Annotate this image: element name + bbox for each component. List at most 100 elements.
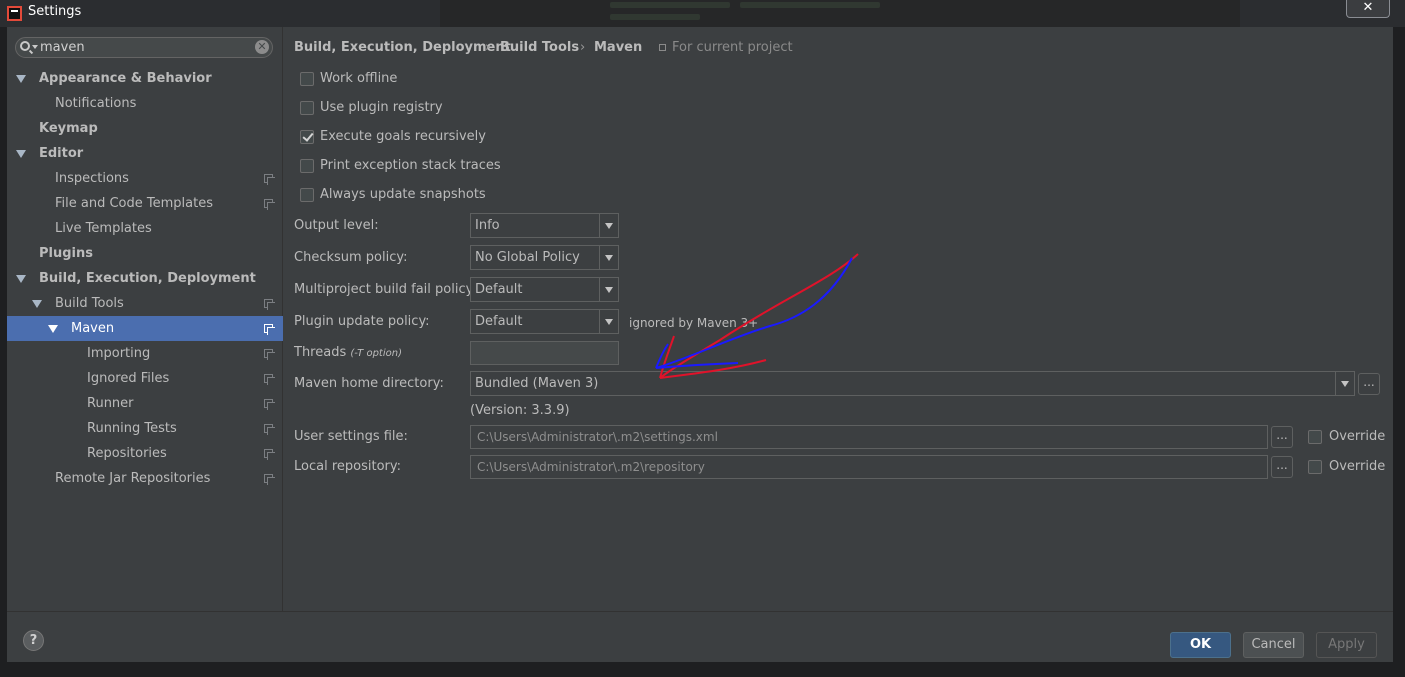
tree-item-appearance-behavior[interactable]: Appearance & Behavior (7, 66, 283, 91)
apply-button[interactable]: Apply (1316, 632, 1377, 658)
checkbox-box[interactable] (300, 72, 314, 86)
threads-input[interactable] (470, 341, 619, 365)
tree-item-repositories[interactable]: Repositories (7, 441, 283, 466)
tree-item-label: Running Tests (87, 421, 177, 436)
project-scope-icon (264, 374, 275, 385)
tree-item-keymap[interactable]: Keymap (7, 116, 283, 141)
tree-item-label: Inspections (55, 171, 129, 186)
tree-item-label: Keymap (39, 121, 98, 136)
tree-item-label: Remote Jar Repositories (55, 471, 211, 486)
project-scope-icon (264, 324, 275, 335)
expand-arrow-icon[interactable] (48, 325, 58, 333)
checkbox-label: Print exception stack traces (320, 158, 501, 173)
intellij-app-icon (7, 6, 22, 21)
search-history-caret-icon[interactable] (32, 45, 38, 49)
local-repository-browse-button[interactable]: ... (1271, 456, 1293, 478)
tree-item-ignored-files[interactable]: Ignored Files (7, 366, 283, 391)
window-close-button[interactable]: ✕ (1346, 0, 1390, 18)
help-icon[interactable]: ? (23, 630, 44, 651)
checkbox-label: Execute goals recursively (320, 129, 486, 144)
cancel-button[interactable]: Cancel (1243, 632, 1304, 658)
tree-item-build-execution-deployment[interactable]: Build, Execution, Deployment (7, 266, 283, 291)
checkbox-box[interactable] (300, 188, 314, 202)
tree-item-label: Maven (71, 321, 115, 336)
checkbox-box[interactable] (300, 159, 314, 173)
clear-search-icon[interactable]: ✕ (255, 40, 269, 54)
plugin-update-policy-dropdown[interactable]: Default (470, 309, 619, 334)
field-value: C:\Users\Administrator\.m2\settings.xml (477, 430, 718, 444)
threads-note: (-T option) (350, 348, 402, 359)
local-repository-field[interactable]: C:\Users\Administrator\.m2\repository (470, 455, 1268, 479)
checksum-policy-label: Checksum policy: (294, 250, 408, 265)
chevron-down-icon[interactable] (599, 214, 618, 237)
checkbox-box[interactable] (1308, 430, 1322, 444)
tree-item-importing[interactable]: Importing (7, 341, 283, 366)
expand-arrow-icon[interactable] (16, 150, 26, 158)
expand-arrow-icon[interactable] (16, 275, 26, 283)
checkbox-label: Use plugin registry (320, 100, 443, 115)
tree-item-label: Importing (87, 346, 151, 361)
tree-item-label: Repositories (87, 446, 167, 461)
tree-item-label: Ignored Files (87, 371, 170, 386)
tree-item-build-tools[interactable]: Build Tools (7, 291, 283, 316)
dropdown-value: Default (475, 282, 523, 297)
output-level-dropdown[interactable]: Info (470, 213, 619, 238)
maven-version-label: (Version: 3.3.9) (470, 403, 570, 418)
chevron-down-icon[interactable] (599, 246, 618, 269)
chevron-down-icon[interactable] (599, 310, 618, 333)
settings-search-field[interactable]: ✕ (15, 37, 273, 58)
checkbox-box[interactable] (1308, 460, 1322, 474)
tree-item-editor[interactable]: Editor (7, 141, 283, 166)
chevron-down-icon[interactable] (1335, 372, 1354, 395)
maven-home-browse-button[interactable]: ... (1358, 373, 1380, 395)
tree-item-file-and-code-templates[interactable]: File and Code Templates (7, 191, 283, 216)
plugin-update-policy-label: Plugin update policy: (294, 314, 430, 329)
chevron-down-icon[interactable] (599, 278, 618, 301)
fail-policy-dropdown[interactable]: Default (470, 277, 619, 302)
maven-home-label: Maven home directory: (294, 376, 444, 391)
maven-home-dropdown[interactable]: Bundled (Maven 3) (470, 371, 1355, 396)
tree-item-label: Plugins (39, 246, 93, 261)
search-icon (20, 41, 30, 51)
breadcrumb-separator: › (485, 40, 491, 55)
tree-item-live-templates[interactable]: Live Templates (7, 216, 283, 241)
checksum-policy-dropdown[interactable]: No Global Policy (470, 245, 619, 270)
project-scope-icon (264, 199, 275, 210)
expand-arrow-icon[interactable] (32, 300, 42, 308)
tree-item-running-tests[interactable]: Running Tests (7, 416, 283, 441)
tree-item-label: File and Code Templates (55, 196, 213, 211)
dropdown-value: No Global Policy (475, 250, 580, 265)
dropdown-value: Bundled (Maven 3) (475, 376, 599, 391)
tree-item-maven[interactable]: Maven (7, 316, 283, 341)
window-title: Settings (28, 4, 82, 19)
tree-item-label: Live Templates (55, 221, 152, 236)
tree-item-remote-jar-repositories[interactable]: Remote Jar Repositories (7, 466, 283, 491)
expand-arrow-icon[interactable] (16, 75, 26, 83)
maven-settings-panel: Build, Execution, Deployment › Build Too… (284, 27, 1393, 611)
project-scope-icon (659, 44, 666, 51)
tree-item-runner[interactable]: Runner (7, 391, 283, 416)
user-settings-browse-button[interactable]: ... (1271, 426, 1293, 448)
checkbox-label: Work offline (320, 71, 398, 86)
breadcrumb-item: Build Tools (500, 40, 580, 55)
breadcrumb-item: Maven (594, 40, 643, 55)
tree-item-inspections[interactable]: Inspections (7, 166, 283, 191)
checkbox-box[interactable] (300, 101, 314, 115)
tree-item-plugins[interactable]: Plugins (7, 241, 283, 266)
breadcrumb-separator: › (580, 40, 586, 55)
project-scope-icon (264, 299, 275, 310)
checkbox-box[interactable] (300, 130, 314, 144)
tree-item-notifications[interactable]: Notifications (7, 91, 283, 116)
tree-item-label: Editor (39, 146, 84, 161)
field-value: C:\Users\Administrator\.m2\repository (477, 460, 705, 474)
tree-item-label: Build, Execution, Deployment (39, 271, 256, 286)
output-level-label: Output level: (294, 218, 379, 233)
user-settings-field[interactable]: C:\Users\Administrator\.m2\settings.xml (470, 425, 1268, 449)
ok-button[interactable]: OK (1170, 632, 1231, 658)
background-editor-area (440, 0, 1240, 27)
project-scope-icon (264, 349, 275, 360)
threads-label-text: Threads (294, 345, 347, 360)
breadcrumb-item: Build, Execution, Deployment (294, 40, 511, 55)
tree-item-label: Runner (87, 396, 134, 411)
settings-search-input[interactable] (40, 39, 240, 56)
